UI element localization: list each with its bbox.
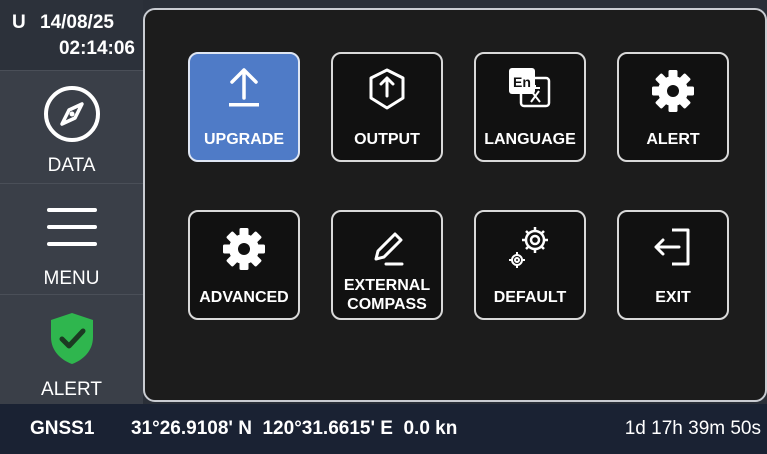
- sidebar: U 14/08/25 02:14:06 DATA MENU ALERT: [0, 0, 143, 404]
- language-translate-icon: En: [509, 68, 551, 108]
- alert-button[interactable]: ALERT: [617, 52, 729, 162]
- exit-door-icon: [654, 228, 690, 266]
- sidebar-item-alert[interactable]: ALERT: [0, 294, 143, 404]
- hamburger-icon: [46, 208, 97, 246]
- date-text: 14/08/25: [40, 12, 114, 33]
- status-bar: GNSS1 31°26.9108' N 120°31.6615' E 0.0 k…: [0, 404, 767, 454]
- time-mode: U: [12, 12, 26, 33]
- exit-button[interactable]: EXIT: [617, 210, 729, 320]
- position-readout: 31°26.9108' N 120°31.6615' E 0.0 kn: [131, 418, 458, 439]
- tile-label: DEFAULT: [493, 289, 567, 306]
- sidebar-item-label: DATA: [47, 155, 96, 176]
- tile-label: UPGRADE: [203, 131, 284, 148]
- compass-icon: [43, 86, 100, 142]
- output-hexagon-icon: [369, 68, 405, 110]
- tile-label: LANGUAGE: [484, 131, 576, 148]
- gear-icon: [652, 70, 694, 112]
- external-compass-button[interactable]: EXTERNAL COMPASS: [331, 210, 443, 320]
- shield-check-icon: [50, 313, 93, 364]
- sidebar-item-data[interactable]: DATA: [0, 70, 143, 180]
- svg-text:En: En: [513, 74, 531, 90]
- tile-label: EXIT: [655, 289, 691, 306]
- tile-label: EXTERNAL COMPASS: [333, 276, 441, 314]
- datetime-display: U 14/08/25 02:14:06: [0, 0, 143, 70]
- tile-label-line-1: EXTERNAL: [343, 277, 431, 294]
- tile-label-line-2: COMPASS: [347, 296, 427, 313]
- gnss-source: GNSS1: [30, 418, 95, 439]
- sidebar-item-label: MENU: [43, 268, 100, 289]
- menu-panel: UPGRADE OUTPUT En LANGUAGE ALERT ADVANCE…: [143, 8, 767, 402]
- upload-arrow-icon: [229, 68, 259, 107]
- tile-label: OUTPUT: [354, 131, 420, 148]
- output-button[interactable]: OUTPUT: [331, 52, 443, 162]
- pencil-icon: [374, 232, 404, 266]
- default-button[interactable]: DEFAULT: [474, 210, 586, 320]
- time-text: 02:14:06: [58, 38, 135, 59]
- language-button[interactable]: En LANGUAGE: [474, 52, 586, 162]
- tile-label: ALERT: [646, 131, 700, 148]
- advanced-button[interactable]: ADVANCED: [188, 210, 300, 320]
- sidebar-item-menu[interactable]: MENU: [0, 183, 143, 293]
- gear-icon: [223, 228, 265, 270]
- tile-label: ADVANCED: [199, 289, 289, 306]
- gears-icon: [509, 227, 548, 268]
- uptime-readout: 1d 17h 39m 50s: [624, 418, 761, 439]
- upgrade-button[interactable]: UPGRADE: [188, 52, 300, 162]
- sidebar-item-label: ALERT: [41, 379, 102, 400]
